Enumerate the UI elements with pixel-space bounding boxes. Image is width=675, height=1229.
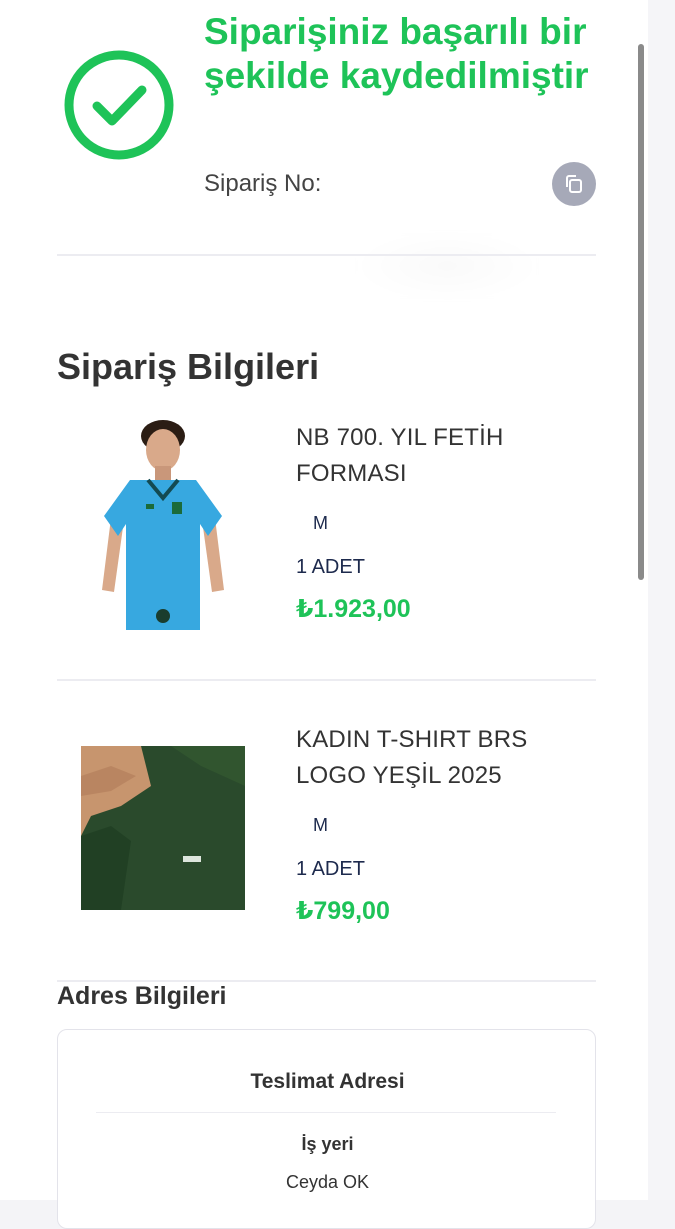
delivery-address-card: Teslimat Adresi İş yeri Ceyda OK — [57, 1029, 596, 1229]
divider — [57, 254, 596, 256]
divider — [96, 1112, 556, 1113]
product-size: M — [313, 513, 328, 533]
check-circle-icon — [64, 50, 174, 160]
product-quantity: 1 ADET — [296, 556, 365, 578]
product-quantity: 1 ADET — [296, 858, 365, 880]
copy-order-number-button[interactable] — [552, 162, 596, 206]
product-name: NB 700. YIL FETİH FORMASI — [296, 424, 504, 487]
page-gutter — [648, 0, 675, 1200]
product-size: M — [313, 815, 328, 835]
delivery-address-title: Teslimat Adresi — [250, 1070, 405, 1093]
copy-icon — [566, 175, 582, 193]
order-number-label: Sipariş No: — [204, 170, 322, 197]
redacted-order-number — [352, 230, 542, 302]
scrollbar[interactable] — [638, 44, 644, 580]
success-message: Siparişiniz başarılı bir şekilde kaydedi… — [204, 11, 589, 96]
product-price: ₺1.923,00 — [296, 595, 411, 623]
address-type: İş yeri — [301, 1134, 354, 1154]
divider — [57, 679, 596, 681]
product-image-green-tshirt[interactable] — [81, 746, 245, 910]
product-name: KADIN T-SHIRT BRS LOGO YEŞİL 2025 — [296, 726, 528, 789]
product-price: ₺799,00 — [296, 897, 390, 925]
order-info-title: Sipariş Bilgileri — [57, 346, 320, 387]
address-info-title: Adres Bilgileri — [57, 982, 227, 1010]
order-confirmation-page: Siparişiniz başarılı bir şekilde kaydedi… — [0, 0, 648, 1229]
product-image-jersey[interactable] — [100, 420, 226, 634]
recipient-name: Ceyda OK — [285, 1172, 370, 1192]
